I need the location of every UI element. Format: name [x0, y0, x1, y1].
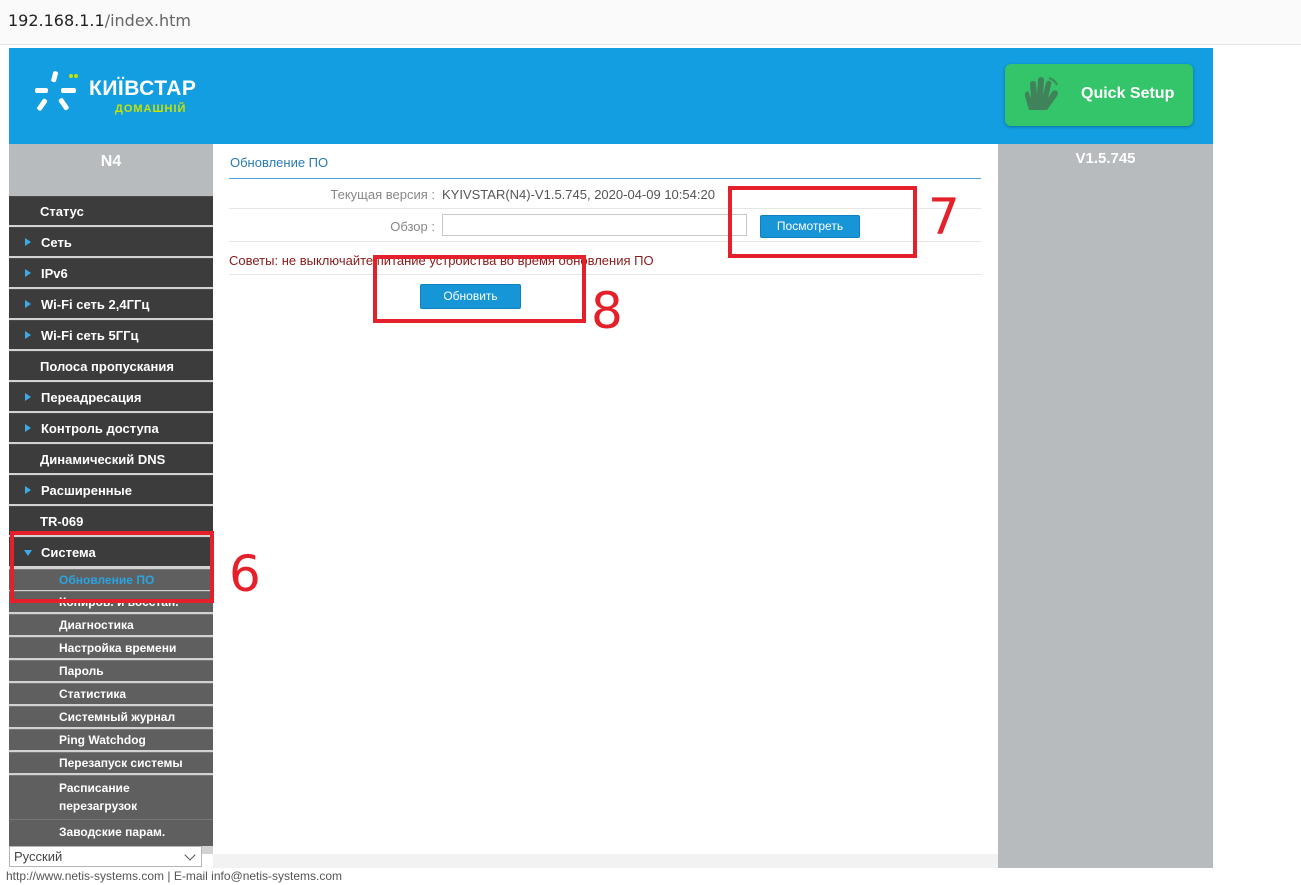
expand-arrow-icon — [25, 238, 31, 246]
sidebar-item-ddns[interactable]: Динамический DNS — [9, 444, 213, 473]
sidebar-subitem-factory-reset[interactable]: Заводские парам. — [9, 819, 213, 846]
sidebar-item-label: Расширенные — [41, 483, 132, 498]
sidebar-subitem-diagnostics[interactable]: Диагностика — [9, 614, 213, 635]
language-select[interactable]: Русский — [9, 846, 202, 867]
firmware-version-badge: V1.5.745 — [1075, 150, 1136, 167]
sidebar-subitem-label: Ping Watchdog — [59, 733, 146, 747]
sidebar-item-label: Wi-Fi сеть 5ГГц — [41, 328, 139, 343]
sidebar-subitem-password[interactable]: Пароль — [9, 660, 213, 681]
expand-arrow-icon — [25, 393, 31, 401]
sidebar: N4 Статус Сеть IPv6 Wi-Fi сеть 2,4ГГц Wi… — [9, 144, 213, 867]
sidebar-item-label: Динамический DNS — [40, 452, 166, 467]
expand-arrow-icon — [25, 424, 31, 432]
annotation-box-6 — [10, 531, 214, 603]
sidebar-item-access-control[interactable]: Контроль доступа — [9, 413, 213, 442]
sidebar-subitem-reboot-schedule[interactable]: Расписание перезагрузок — [9, 775, 213, 819]
expand-arrow-icon — [25, 486, 31, 494]
sidebar-subitem-label: Заводские парам. — [59, 825, 166, 839]
right-panel: V1.5.745 — [998, 144, 1213, 868]
page-title: Обновление ПО — [230, 155, 329, 170]
annotation-box-7 — [728, 186, 917, 258]
sidebar-item-forwarding[interactable]: Переадресация — [9, 382, 213, 411]
expand-arrow-icon — [25, 331, 31, 339]
firmware-file-input[interactable] — [442, 214, 747, 236]
url-host: 192.168.1.1 — [8, 11, 105, 30]
sidebar-item-label: Сеть — [41, 235, 72, 250]
content-bottom-strip — [213, 854, 998, 868]
current-version-value: KYIVSTAR(N4)-V1.5.745, 2020-04-09 10:54:… — [442, 187, 715, 202]
sidebar-subitem-statistics[interactable]: Статистика — [9, 683, 213, 704]
sidebar-subitem-label: Пароль — [59, 664, 104, 678]
model-box: N4 — [9, 144, 213, 196]
expand-arrow-icon — [25, 269, 31, 277]
sidebar-item-wifi-5[interactable]: Wi-Fi сеть 5ГГц — [9, 320, 213, 349]
sidebar-item-label: IPv6 — [41, 266, 68, 281]
quick-setup-label: Quick Setup — [1081, 85, 1175, 102]
sidebar-item-label: Wi-Fi сеть 2,4ГГц — [41, 297, 150, 312]
annotation-number-8: 8 — [591, 282, 623, 340]
model-name: N4 — [100, 153, 122, 170]
sidebar-subitem-label: Системный журнал — [59, 710, 176, 724]
sidebar-item-network[interactable]: Сеть — [9, 227, 213, 256]
sidebar-item-label: Полоса пропускания — [40, 359, 174, 374]
sidebar-item-ipv6[interactable]: IPv6 — [9, 258, 213, 287]
browser-url[interactable]: 192.168.1.1/index.htm — [8, 11, 191, 30]
kyivstar-logo: КИЇВСТАР ДОМАШНІЙ — [31, 66, 211, 126]
sidebar-item-status[interactable]: Статус — [9, 196, 213, 225]
sidebar-subitem-label: Перезапуск системы — [59, 756, 183, 770]
annotation-box-8 — [373, 255, 586, 323]
expand-arrow-icon — [25, 300, 31, 308]
sidebar-subitem-time[interactable]: Настройка времени — [9, 637, 213, 658]
url-path: /index.htm — [104, 11, 191, 30]
sidebar-item-label: Контроль доступа — [41, 421, 159, 436]
sidebar-subitem-system-log[interactable]: Системный журнал — [9, 706, 213, 727]
sidebar-item-advanced[interactable]: Расширенные — [9, 475, 213, 504]
sidebar-item-wifi-24[interactable]: Wi-Fi сеть 2,4ГГц — [9, 289, 213, 318]
logo-subtext: ДОМАШНІЙ — [115, 103, 187, 115]
footer-text: http://www.netis-systems.com | E-mail in… — [6, 869, 343, 883]
browse-label: Обзор : — [390, 219, 435, 234]
annotation-number-6: 6 — [229, 545, 261, 603]
logo-text: КИЇВСТАР — [89, 77, 197, 100]
sidebar-item-bandwidth[interactable]: Полоса пропускания — [9, 351, 213, 380]
sidebar-item-label: TR-069 — [40, 514, 84, 529]
sidebar-subitem-label: Расписание перезагрузок — [59, 781, 138, 813]
sidebar-item-label: Переадресация — [41, 390, 142, 405]
tip-divider — [229, 274, 981, 275]
language-selected: Русский — [14, 849, 63, 864]
sidebar-subitem-label: Диагностика — [59, 618, 134, 632]
browser-address-bar[interactable]: 192.168.1.1/index.htm — [0, 0, 1301, 45]
router-header: КИЇВСТАР ДОМАШНІЙ Quick Setup — [9, 48, 1213, 144]
chevron-down-icon — [184, 849, 196, 861]
sidebar-subitem-ping-watchdog[interactable]: Ping Watchdog — [9, 729, 213, 750]
hand-wave-icon — [1024, 77, 1058, 110]
star-logo-icon — [35, 71, 78, 111]
annotation-number-7: 7 — [928, 188, 960, 246]
sidebar-subitem-reboot[interactable]: Перезапуск системы — [9, 752, 213, 773]
quick-setup-button[interactable]: Quick Setup — [1005, 64, 1193, 126]
title-divider — [229, 178, 981, 179]
sidebar-subitem-label: Настройка времени — [59, 641, 177, 655]
sidebar-item-label: Статус — [40, 204, 84, 219]
sidebar-subitem-label: Статистика — [59, 687, 127, 701]
current-version-label: Текущая версия : — [330, 187, 435, 202]
